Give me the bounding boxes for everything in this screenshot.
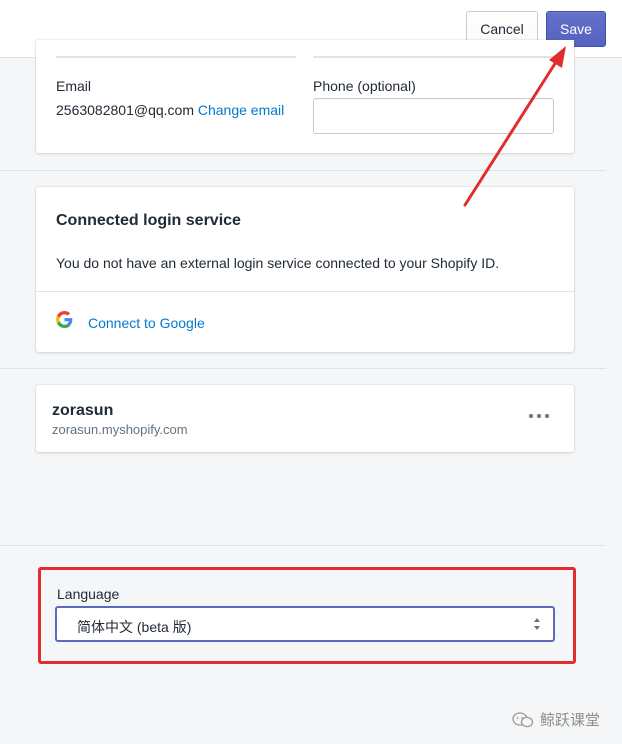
watermark: 鲸跃课堂 [512,709,600,730]
phone-input[interactable] [313,98,554,134]
section-divider [0,170,606,171]
email-value-row: 2563082801@qq.com Change email [56,102,284,118]
section-divider [0,545,606,546]
select-arrows-icon [534,618,540,630]
store-domain: zorasun.myshopify.com [52,422,188,437]
watermark-text: 鲸跃课堂 [540,712,601,729]
login-service-card: Connected login service You do not have … [36,187,574,352]
section-divider [0,368,606,369]
language-select[interactable]: 简体中文 (beta 版) [55,606,555,642]
wechat-icon [512,711,534,727]
last-name-input-edge[interactable] [313,56,553,58]
google-icon [56,311,73,328]
login-service-description: You do not have an external login servic… [56,255,500,271]
card-divider [36,291,574,292]
store-name: zorasun [52,402,114,419]
phone-label: Phone (optional) [313,78,416,94]
first-name-input-edge[interactable] [56,56,296,58]
language-label: Language [57,586,120,602]
email-value: 2563082801@qq.com [56,102,194,118]
email-label: Email [56,78,92,94]
more-actions-icon[interactable] [528,411,550,421]
connect-google-link[interactable]: Connect to Google [88,315,205,331]
store-card[interactable]: zorasun zorasun.myshopify.com [36,385,574,452]
language-selected-value: 简体中文 (beta 版) [77,619,192,635]
login-service-title: Connected login service [56,212,241,229]
change-email-link[interactable]: Change email [198,102,284,118]
